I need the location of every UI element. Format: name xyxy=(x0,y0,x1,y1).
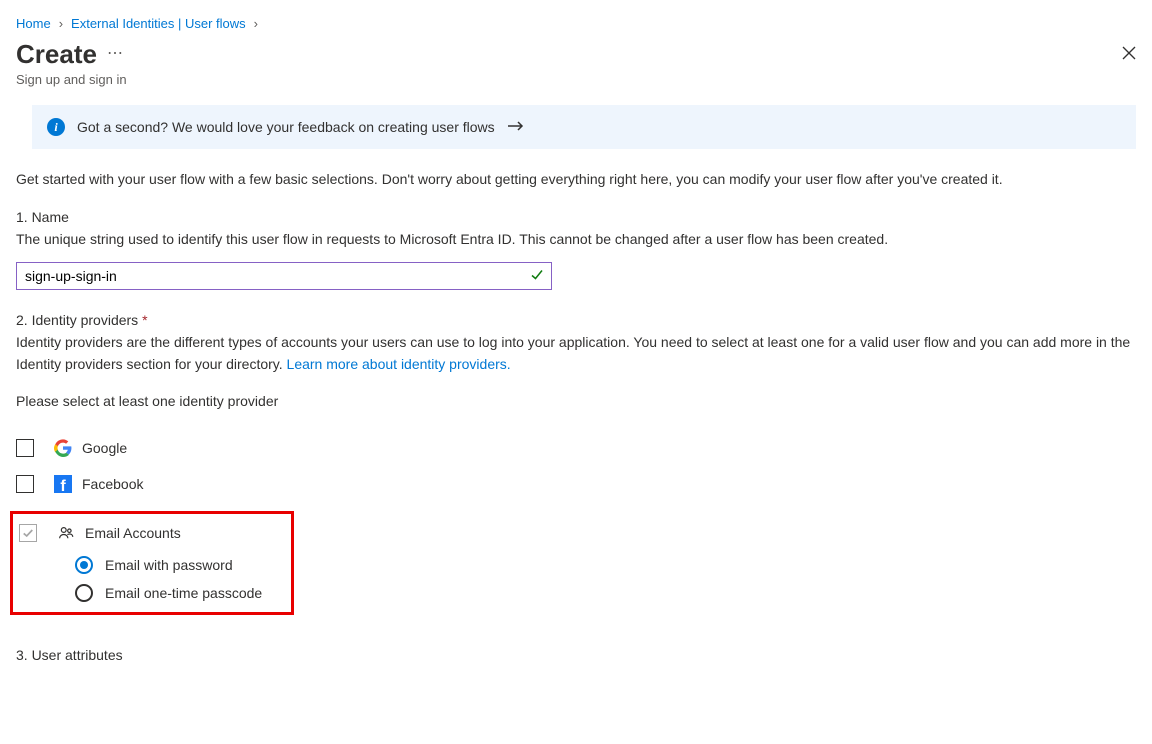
radio-label-email-otp: Email one-time passcode xyxy=(105,585,262,601)
section-idp-help: Identity providers are the different typ… xyxy=(16,332,1136,375)
intro-text: Get started with your user flow with a f… xyxy=(16,171,1136,187)
radio-icon xyxy=(75,556,93,574)
breadcrumb-external-identities[interactable]: External Identities | User flows xyxy=(71,16,246,31)
section-idp-title: 2. Identity providers * xyxy=(16,312,1136,328)
chevron-right-icon: › xyxy=(254,16,258,31)
idp-label-google: Google xyxy=(82,440,127,456)
idp-row-google: Google xyxy=(16,439,1136,457)
radio-label-email-password: Email with password xyxy=(105,557,233,573)
radio-email-password[interactable]: Email with password xyxy=(75,556,285,574)
facebook-icon: f xyxy=(54,475,72,493)
section-user-attributes-title: 3. User attributes xyxy=(16,647,1136,663)
people-icon xyxy=(57,524,75,542)
radio-icon xyxy=(75,584,93,602)
idp-row-facebook: f Facebook xyxy=(16,475,1136,493)
chevron-right-icon: › xyxy=(59,16,63,31)
arrow-right-icon xyxy=(507,119,525,135)
feedback-banner[interactable]: i Got a second? We would love your feedb… xyxy=(32,105,1136,149)
more-icon[interactable]: ⋯ xyxy=(107,46,123,64)
select-idp-message: Please select at least one identity prov… xyxy=(16,393,1136,409)
page-title: Create xyxy=(16,39,97,70)
info-icon: i xyxy=(47,118,65,136)
highlight-box: Email Accounts Email with password Email… xyxy=(10,511,294,615)
checkbox-facebook[interactable] xyxy=(16,475,34,493)
idp-label-facebook: Facebook xyxy=(82,476,143,492)
section-name-help: The unique string used to identify this … xyxy=(16,229,1136,250)
page-subtitle: Sign up and sign in xyxy=(16,72,1136,87)
radio-email-otp[interactable]: Email one-time passcode xyxy=(75,584,285,602)
breadcrumb: Home › External Identities | User flows … xyxy=(16,16,1136,31)
link-learn-more-idp[interactable]: Learn more about identity providers. xyxy=(287,356,511,372)
section-name-title: 1. Name xyxy=(16,209,1136,225)
user-flow-name-input[interactable] xyxy=(16,262,552,290)
idp-label-email: Email Accounts xyxy=(85,525,181,541)
breadcrumb-home[interactable]: Home xyxy=(16,16,51,31)
close-icon[interactable] xyxy=(1122,46,1136,63)
checkbox-email[interactable] xyxy=(19,524,37,542)
check-icon xyxy=(530,268,544,285)
google-icon xyxy=(54,439,72,457)
checkbox-google[interactable] xyxy=(16,439,34,457)
required-asterisk: * xyxy=(142,312,147,328)
feedback-text: Got a second? We would love your feedbac… xyxy=(77,119,495,135)
idp-row-email: Email Accounts xyxy=(19,524,285,542)
